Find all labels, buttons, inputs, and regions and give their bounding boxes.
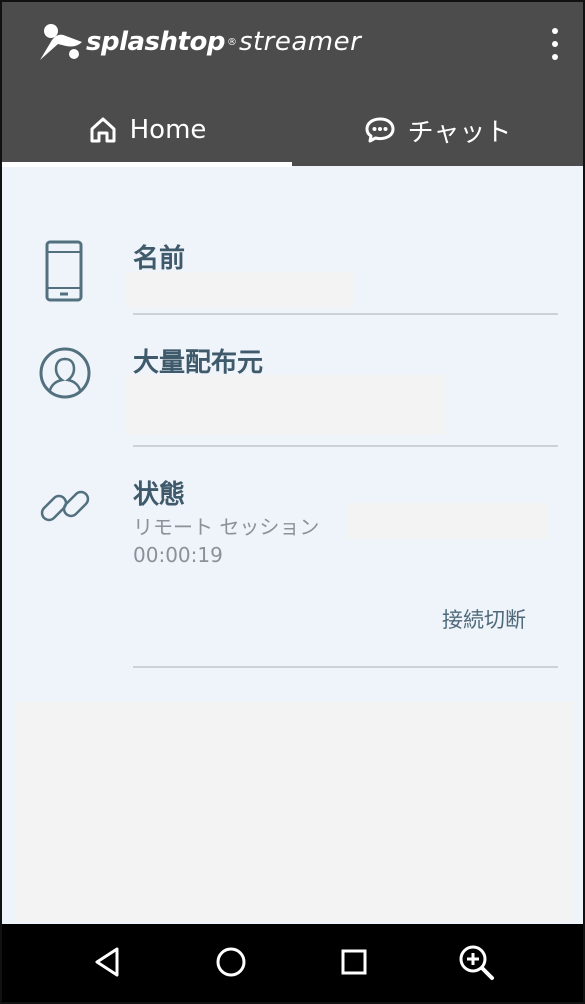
row-divider [133, 666, 558, 668]
redacted-panel [16, 702, 574, 922]
system-nav-bar [2, 924, 583, 1002]
phone-icon [45, 240, 83, 302]
more-vert-icon-dot [552, 28, 558, 34]
row-divider [133, 445, 558, 447]
name-value-redacted [125, 272, 353, 308]
tab-chat-label: チャット [407, 117, 512, 148]
logo-brand-text: splashtop [86, 27, 225, 57]
nav-recents-button[interactable] [334, 942, 374, 982]
distributor-value-redacted [125, 375, 445, 435]
splashtop-logo-icon [40, 24, 82, 60]
row-divider [133, 313, 558, 315]
logo-registered-mark: ® [226, 36, 237, 48]
status-row-title: 状態 [133, 480, 186, 510]
splashtop-logo: splashtop ® streamer [36, 20, 361, 64]
home-icon [90, 117, 116, 143]
disconnect-button[interactable]: 接続切断 [442, 604, 526, 634]
more-vert-icon-dot [552, 54, 558, 60]
app-header: splashtop ® streamer Home チャット [2, 2, 583, 167]
distributor-row-title: 大量配布元 [133, 348, 264, 378]
zoom-in-icon [459, 945, 494, 980]
chat-icon [365, 117, 395, 143]
back-icon [95, 947, 119, 977]
app-window: splashtop ® streamer Home チャット 名前 大量配布元 … [0, 0, 585, 1004]
tab-home-label: Home [129, 115, 207, 145]
session-label: リモート セッション [133, 515, 320, 539]
tab-chat[interactable]: チャット [292, 94, 583, 166]
user-icon [39, 347, 91, 399]
nav-back-button[interactable] [88, 942, 128, 982]
tab-home[interactable]: Home [2, 94, 292, 166]
active-tab-indicator [2, 162, 292, 167]
name-row-title: 名前 [133, 244, 186, 274]
home-circle-icon [216, 947, 246, 977]
session-target-redacted [347, 503, 547, 539]
link-icon [40, 490, 90, 522]
nav-zoom-button[interactable] [456, 942, 496, 982]
session-elapsed-time: 00:00:19 [133, 543, 223, 567]
more-vert-icon-dot [552, 41, 558, 47]
recents-icon [341, 949, 367, 975]
logo-product-text: streamer [238, 27, 362, 57]
overflow-menu-button[interactable] [547, 28, 563, 60]
nav-home-button[interactable] [211, 942, 251, 982]
